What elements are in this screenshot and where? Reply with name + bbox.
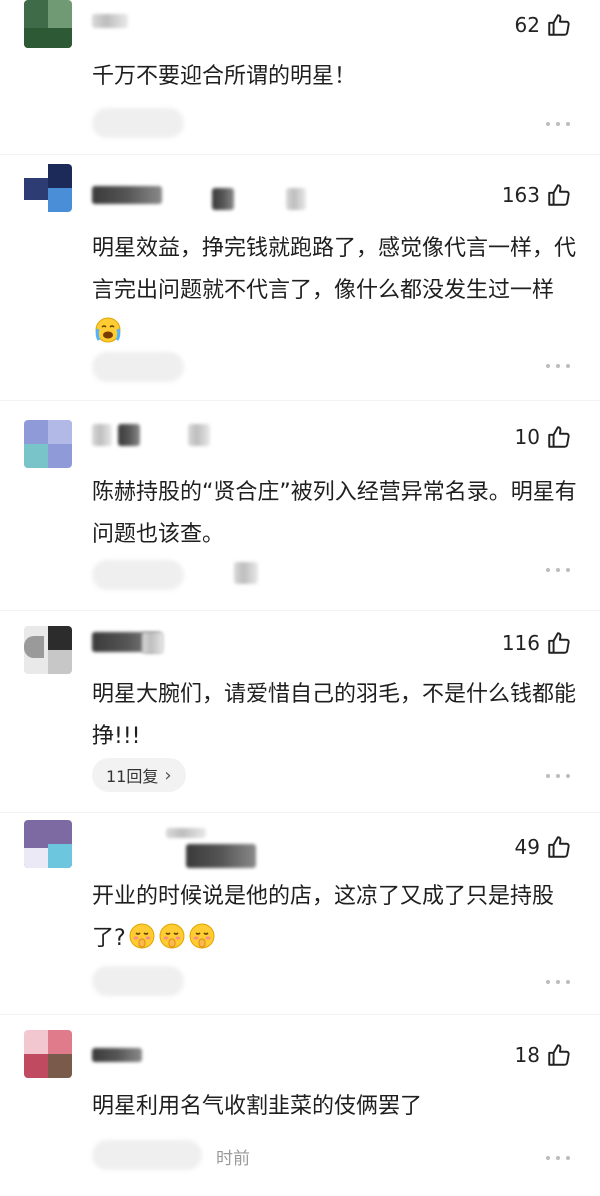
username-redacted — [212, 188, 234, 210]
username-redacted — [286, 188, 306, 210]
username-redacted — [186, 844, 256, 868]
reply-count-pill[interactable] — [92, 108, 184, 138]
thumbs-up-icon[interactable] — [546, 1042, 572, 1068]
like-button[interactable]: 62 — [515, 10, 572, 40]
thumbs-up-icon[interactable] — [546, 424, 572, 450]
more-icon[interactable] — [546, 362, 570, 370]
reply-count-pill[interactable] — [92, 560, 184, 590]
crying-face-emoji — [95, 317, 121, 343]
like-count: 18 — [514, 1043, 540, 1067]
more-icon[interactable] — [546, 1154, 570, 1162]
like-count: 49 — [514, 835, 540, 859]
thumbs-up-icon[interactable] — [546, 182, 572, 208]
comment-6: 18 明星利用名气收割韭菜的伎俩罢了 时前 — [0, 1030, 600, 1196]
like-count: 163 — [501, 183, 540, 207]
like-button[interactable]: 10 — [515, 422, 572, 452]
divider — [0, 400, 600, 401]
more-icon[interactable] — [546, 772, 570, 780]
username-redacted[interactable] — [92, 14, 128, 28]
comment-text: 陈赫持股的“贤合庄”被列入经营异常名录。明星有问题也该查。 — [92, 480, 577, 547]
more-icon[interactable] — [546, 120, 570, 128]
comment-3: 10 陈赫持股的“贤合庄”被列入经营异常名录。明星有问题也该查。 — [0, 420, 600, 600]
comment-text: 开业的时候说是他的店，这凉了又成了只是持股了? — [92, 876, 578, 960]
comment-5: 49 开业的时候说是他的店，这凉了又成了只是持股了? — [0, 820, 600, 1010]
like-count: 62 — [514, 13, 540, 37]
divider — [0, 610, 600, 611]
like-button[interactable]: 116 — [502, 628, 572, 658]
comment-1: 62 千万不要迎合所谓的明星！ — [0, 0, 600, 150]
username-redacted — [118, 424, 140, 446]
username-redacted[interactable] — [166, 828, 206, 838]
reply-count-pill[interactable] — [92, 1140, 202, 1170]
avatar[interactable] — [24, 1030, 72, 1078]
comment-text: 千万不要迎合所谓的明星！ — [92, 64, 357, 89]
timestamp: 时前 — [216, 1149, 250, 1169]
username-redacted[interactable] — [92, 424, 112, 446]
shh-face-emoji — [159, 923, 185, 949]
like-count: 116 — [501, 631, 540, 655]
divider — [0, 154, 600, 155]
more-icon[interactable] — [546, 566, 570, 574]
username-redacted[interactable] — [92, 1048, 142, 1062]
like-button[interactable]: 49 — [515, 832, 572, 862]
comment-text: 明星大腕们，请爱惜自己的羽毛，不是什么钱都能挣!!! — [92, 682, 577, 749]
avatar[interactable] — [24, 0, 72, 48]
reply-count-pill[interactable] — [92, 966, 184, 996]
thumbs-up-icon[interactable] — [546, 630, 572, 656]
username-redacted — [142, 632, 164, 654]
timestamp-redacted — [234, 562, 258, 584]
divider — [0, 812, 600, 813]
avatar[interactable] — [24, 626, 72, 674]
username-redacted[interactable] — [92, 186, 162, 204]
chevron-right-icon: › — [164, 764, 172, 786]
divider — [0, 1014, 600, 1015]
shh-face-emoji — [129, 923, 155, 949]
like-button[interactable]: 163 — [502, 180, 572, 210]
reply-count-pill[interactable] — [92, 352, 184, 382]
comment-text: 明星利用名气收割韭菜的伎俩罢了 — [92, 1094, 423, 1119]
thumbs-up-icon[interactable] — [546, 12, 572, 38]
more-icon[interactable] — [546, 978, 570, 986]
comment-4: 116 明星大腕们，请爱惜自己的羽毛，不是什么钱都能挣!!! 11回复 › — [0, 626, 600, 806]
comment-2: 163 明星效益，挣完钱就跑路了，感觉像代言一样，代言完出问题就不代言了，像什么… — [0, 164, 600, 394]
comment-text-content: 明星效益，挣完钱就跑路了，感觉像代言一样，代言完出问题就不代言了，像什么都没发生… — [92, 236, 577, 303]
avatar[interactable] — [24, 164, 72, 212]
comment-text: 明星效益，挣完钱就跑路了，感觉像代言一样，代言完出问题就不代言了，像什么都没发生… — [92, 228, 578, 354]
reply-count-label: 11回复 — [106, 767, 159, 786]
reply-count-button[interactable]: 11回复 › — [92, 758, 186, 792]
shh-face-emoji — [189, 923, 215, 949]
thumbs-up-icon[interactable] — [546, 834, 572, 860]
like-count: 10 — [514, 425, 540, 449]
avatar[interactable] — [24, 420, 72, 468]
avatar[interactable] — [24, 820, 72, 868]
username-redacted — [188, 424, 210, 446]
like-button[interactable]: 18 — [515, 1040, 572, 1070]
